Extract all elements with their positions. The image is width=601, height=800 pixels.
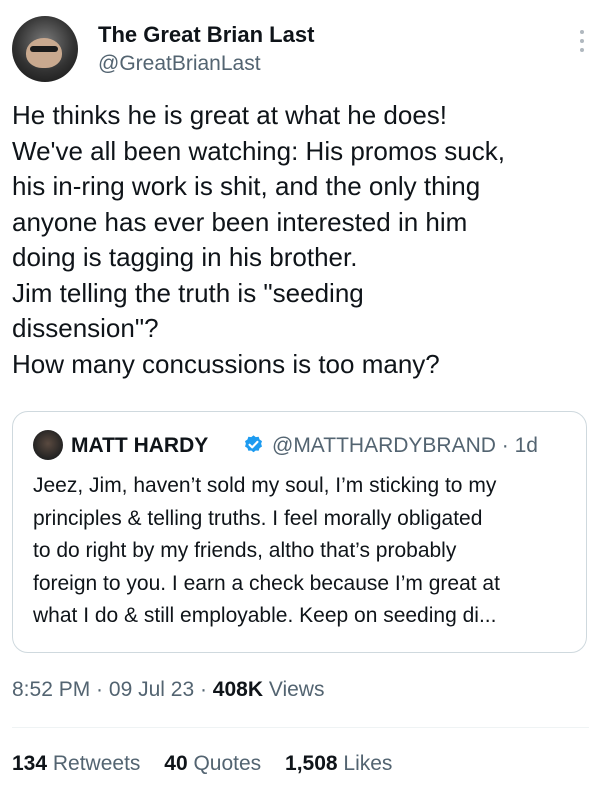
quotes-count: 40: [164, 752, 188, 775]
quoted-line: Jeez, Jim, haven’t sold my soul, I’m sti…: [33, 474, 497, 497]
quotes-stat[interactable]: 40 Quotes: [164, 752, 261, 775]
likes-label: Likes: [337, 752, 393, 775]
tweet-line: We've all been watching: His promos suck…: [12, 135, 505, 166]
retweets-label: Retweets: [47, 752, 141, 775]
engagement-stats: 134 Retweets 40 Quotes 1,508 Likes: [12, 752, 410, 776]
likes-stat[interactable]: 1,508 Likes: [285, 752, 392, 775]
tweet-line: doing is tagging in his brother.: [12, 242, 358, 272]
retweets-stat[interactable]: 134 Retweets: [12, 752, 140, 775]
tweet-metadata: 8:52 PM · 09 Jul 23 · 408K Views: [12, 678, 324, 702]
quoted-author-handle: @MATTHARDYBRAND · 1d: [272, 434, 538, 457]
tweet-line: How many concussions is too many?: [12, 348, 440, 379]
more-options-icon[interactable]: [579, 30, 585, 60]
quoted-line: principles & telling truths. I feel mora…: [33, 506, 483, 530]
quoted-line: foreign to you. I earn a check because I…: [33, 571, 500, 595]
meta-separator: ·: [194, 678, 213, 701]
retweets-count: 134: [12, 752, 48, 775]
quoted-tweet-card[interactable]: MATT HARDY @MATTHARDYBRAND · 1d Jeez, Ji…: [12, 411, 587, 653]
tweet-line: Jim telling the truth is "seeding: [12, 277, 364, 308]
tweet-date[interactable]: 09 Jul 23: [109, 678, 194, 701]
quoted-author-name: MATT HARDY: [71, 434, 209, 457]
divider: [12, 727, 589, 728]
author-avatar[interactable]: [12, 16, 78, 82]
quoted-tweet-text: Jeez, Jim, haven’t sold my soul, I’m sti…: [33, 470, 583, 633]
tweet-text: He thinks he is great at what he does! W…: [12, 98, 592, 382]
quotes-label: Quotes: [187, 752, 262, 775]
views-count: 408K: [212, 678, 263, 701]
views-label: Views: [263, 678, 325, 701]
tweet-line: anyone has ever been interested in him: [12, 206, 468, 237]
tweet-line: dissension"?: [12, 313, 159, 343]
author-handle[interactable]: @GreatBrianLast: [98, 52, 261, 76]
quoted-line: what I do & still employable. Keep on se…: [33, 604, 497, 627]
verified-badge-icon: [245, 435, 262, 453]
tweet-time[interactable]: 8:52 PM: [12, 678, 90, 701]
tweet-line: his in-ring work is shit, and the only t…: [12, 171, 481, 201]
tweet-header: The Great Brian Last @GreatBrianLast: [12, 14, 589, 84]
likes-count: 1,508: [285, 752, 338, 775]
quoted-author-avatar: [33, 430, 63, 460]
meta-separator: ·: [90, 678, 109, 701]
quoted-line: to do right by my friends, altho that’s …: [33, 539, 457, 562]
author-name[interactable]: The Great Brian Last: [98, 22, 314, 48]
tweet-line: He thinks he is great at what he does!: [12, 100, 448, 130]
